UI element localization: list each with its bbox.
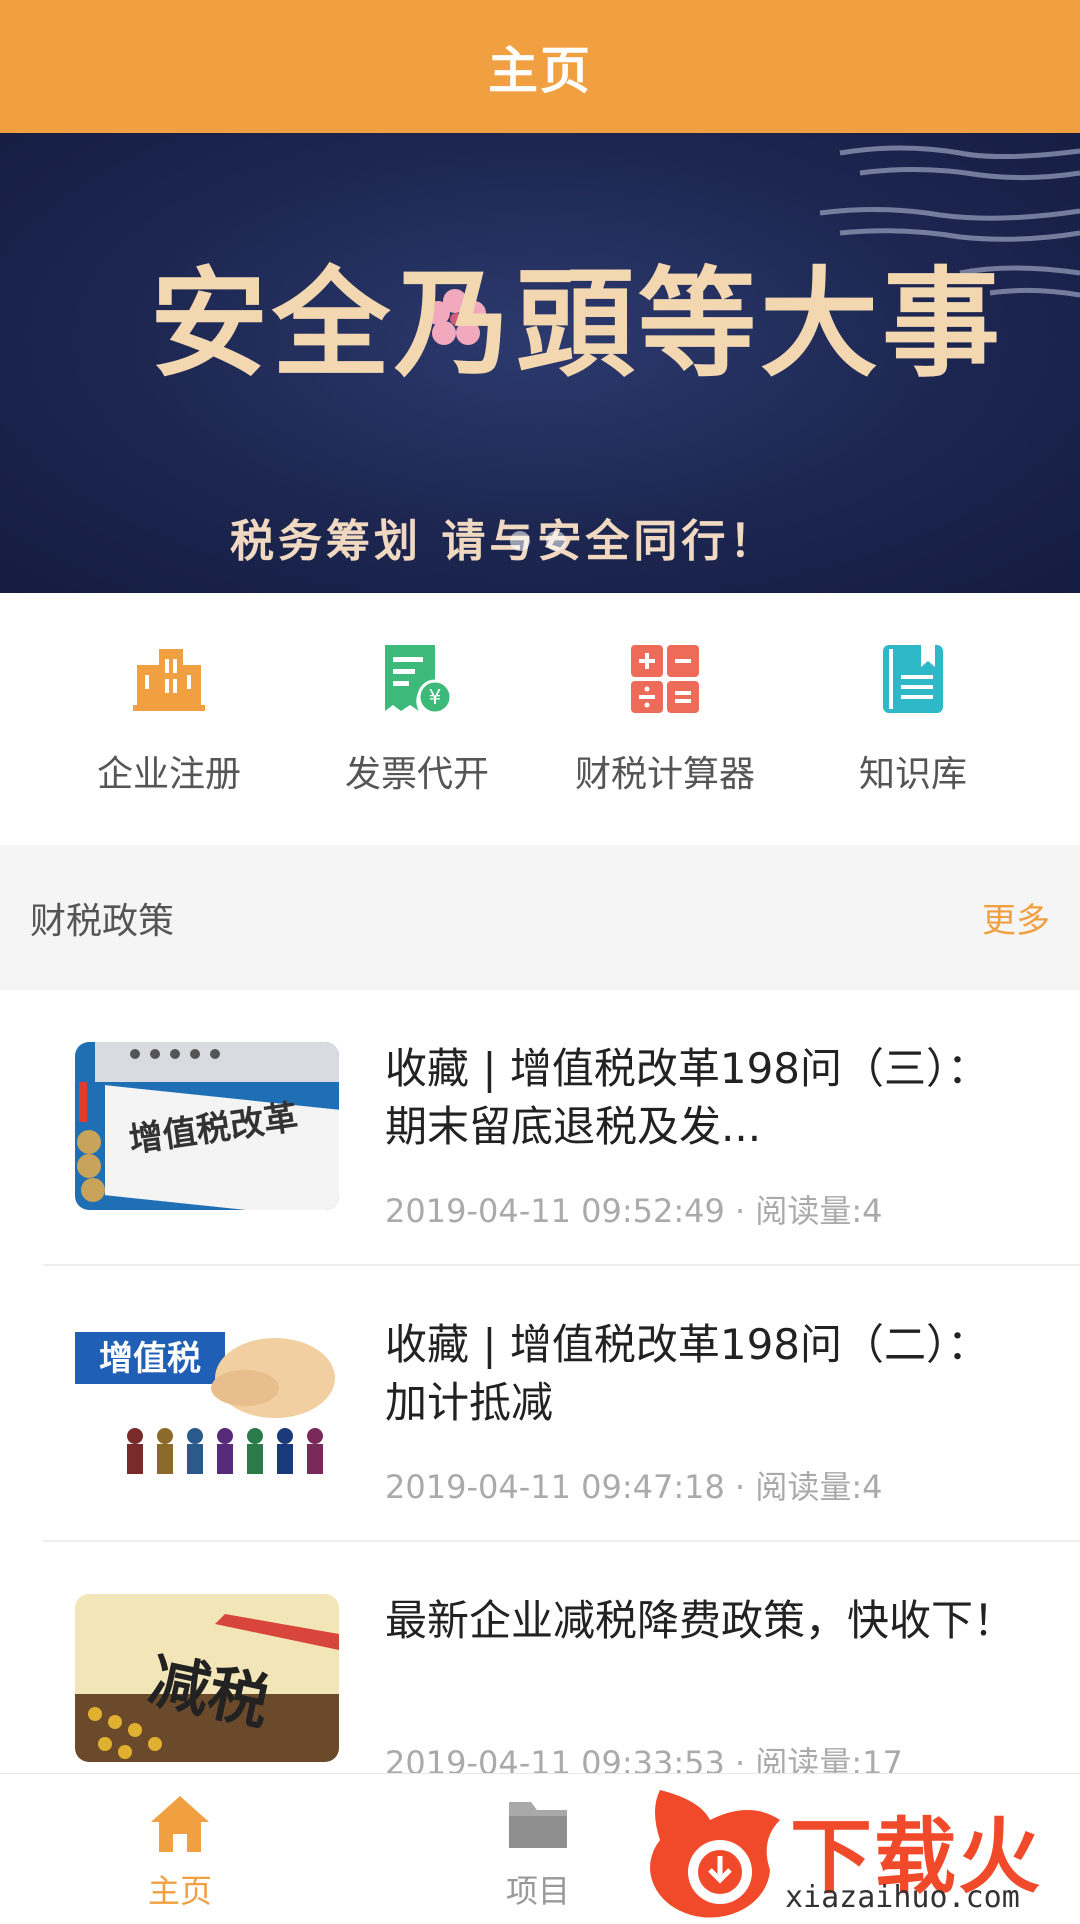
nav-project[interactable]: 项目 [488,1774,588,1912]
nav-label: 项目 [505,1872,570,1910]
news-thumbnail: 减税 [75,1594,339,1762]
shortcut-invoice[interactable]: ¥ 发票代开 [293,593,541,845]
calculator-icon [631,645,699,713]
banner-headline: 安全乃頭等大事 [150,254,1005,393]
news-title: 收藏 | 增值税改革198问（三）：期末留底退税及发... [385,1044,990,1151]
list-item[interactable]: 增值税 收藏 | 增值税改革198问（二）：加计抵减 2019-04-11 09… [0,1266,1080,1542]
shortcut-company-registration[interactable]: 企业注册 [45,593,293,845]
carousel-dot[interactable] [546,531,566,551]
shortcut-knowledge-base[interactable]: 知识库 [789,593,1037,845]
flame-logo-icon [650,1790,780,1918]
carousel-indicator [510,531,566,551]
building-icon [133,649,205,711]
news-meta: 2019-04-11 09:52:49 · 阅读量:4 [385,1192,883,1230]
shortcut-tax-calculator[interactable]: 财税计算器 [541,593,789,845]
news-title: 最新企业减税降费政策，快收下！ [385,1596,1016,1645]
more-link[interactable]: 更多 [982,893,1050,942]
shortcut-label: 知识库 [858,754,967,795]
news-list: 增值税改革 收藏 | 增值税改革198问（三）：期末留底退税及发... 2019… [0,990,1080,1818]
shortcut-grid: 企业注册 ¥ 发票代开 财税计算器 知识库 [0,593,1080,845]
shortcut-label: 企业注册 [96,754,241,795]
shortcut-label: 发票代开 [344,754,489,795]
folder-icon [509,1802,567,1848]
news-thumbnail: 增值税改革 [75,1042,339,1210]
svg-text:¥: ¥ [429,685,442,709]
watermark-url: xiazaihuo.com [785,1880,1020,1915]
nav-label: 主页 [147,1872,212,1910]
watermark-logo: 下载火 xiazaihuo.com [640,1780,1080,1920]
home-icon [151,1796,209,1852]
section-title: 财税政策 [30,900,175,942]
page-title: 主页 [488,41,592,100]
news-thumbnail: 增值税 [75,1318,339,1486]
carousel-dot[interactable] [510,531,530,551]
top-bar: 主页 [0,0,1080,133]
banner-subline: 税务筹划 请与安全同行！ [230,516,778,567]
list-item[interactable]: 增值税改革 收藏 | 增值税改革198问（三）：期末留底退税及发... 2019… [0,990,1080,1266]
news-meta: 2019-04-11 09:47:18 · 阅读量:4 [385,1468,883,1506]
nav-home[interactable]: 主页 [130,1774,230,1912]
book-icon [883,645,943,713]
shortcut-label: 财税计算器 [574,754,755,795]
news-title: 收藏 | 增值税改革198问（二）：加计抵减 [385,1320,990,1427]
section-header: 财税政策 更多 [0,845,1080,990]
banner-carousel[interactable]: 安全乃頭等大事 税务筹划 请与安全同行！ [0,133,1080,593]
invoice-icon: ¥ [385,645,453,715]
thumb-caption: 增值税 [99,1339,201,1379]
